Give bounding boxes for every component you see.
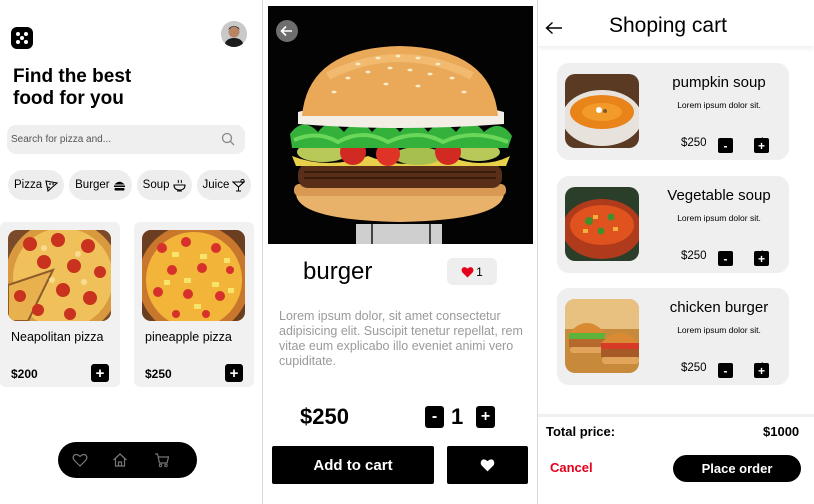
add-to-cart-button[interactable]: Add to cart (272, 446, 434, 484)
category-list: Pizza Burger Soup Juice (8, 170, 252, 200)
avatar[interactable] (221, 21, 247, 47)
cart-item-price: $250 (681, 362, 707, 374)
cancel-button[interactable]: Cancel (550, 460, 593, 475)
category-label: Juice (202, 179, 230, 191)
heart-icon (461, 266, 474, 277)
decrease-quantity-button[interactable]: - (425, 406, 444, 428)
product-card[interactable]: pineapple pizza $250 + (134, 222, 254, 387)
increase-quantity-button[interactable]: + (754, 363, 769, 378)
decrease-quantity-button[interactable]: - (718, 251, 733, 266)
search-icon[interactable] (221, 132, 235, 146)
vegetable-soup-image (565, 187, 639, 261)
category-label: Burger (75, 179, 110, 191)
arrow-left-icon (280, 25, 292, 37)
increase-quantity-button[interactable]: + (754, 251, 769, 266)
category-label: Pizza (14, 179, 43, 191)
product-name: Neapolitan pizza (11, 330, 104, 344)
add-product-button[interactable]: + (91, 364, 109, 382)
category-soup[interactable]: Soup (136, 170, 192, 200)
home-icon[interactable] (112, 452, 128, 468)
product-price: $250 (300, 404, 349, 429)
soup-icon (172, 179, 186, 191)
pizza-icon (45, 179, 59, 192)
product-card[interactable]: Neapolitan pizza $200 + (0, 222, 120, 387)
chicken-burger-image (565, 299, 639, 373)
search-bar (7, 125, 245, 154)
heart-icon[interactable] (72, 452, 88, 468)
page-title: Shoping cart (609, 14, 727, 37)
pineapple-pizza-image (142, 230, 245, 321)
product-name: pineapple pizza (145, 330, 232, 344)
burger-icon (113, 181, 125, 190)
add-product-button[interactable]: + (225, 364, 243, 382)
place-order-button[interactable]: Place order (673, 455, 801, 482)
bottom-nav (58, 442, 197, 478)
category-burger[interactable]: Burger (69, 170, 132, 200)
detail-screen: burger 1 Lorem ipsum dolor, sit amet con… (264, 0, 536, 504)
heart-icon (480, 459, 495, 472)
headline-line-1: Find the best (13, 66, 132, 87)
search-input[interactable] (11, 131, 211, 148)
cart-item-name: pumpkin soup (672, 74, 766, 91)
like-count: 1 (476, 264, 483, 279)
increase-quantity-button[interactable]: + (754, 138, 769, 153)
quantity-value: 1 (451, 404, 464, 429)
category-juice[interactable]: Juice (196, 170, 252, 200)
increase-quantity-button[interactable]: + (476, 406, 495, 428)
cart-item-name: chicken burger (669, 299, 769, 316)
cart-item: Vegetable soup Lorem ipsum dolor sit. $2… (557, 176, 789, 273)
burger-image (268, 6, 533, 244)
total-value: $1000 (763, 424, 800, 439)
headline-line-2: food for you (13, 88, 124, 109)
app-logo-icon (11, 27, 33, 49)
cart-item-price: $250 (681, 250, 707, 262)
neapolitan-pizza-image (8, 230, 111, 321)
cart-item: pumpkin soup Lorem ipsum dolor sit. $250… (557, 63, 789, 160)
cart-item-price: $250 (681, 137, 707, 149)
back-arrow-icon[interactable] (545, 21, 563, 35)
favorite-button[interactable] (447, 446, 528, 484)
headline: Find the best food for you (13, 66, 131, 110)
cart-item-name: Vegetable soup (667, 187, 771, 204)
cart-icon[interactable] (154, 452, 170, 468)
cart-item-description: Lorem ipsum dolor sit. (677, 325, 761, 335)
cart-screen: Shoping cart pumpkin soup Lorem ipsum do… (538, 0, 814, 504)
product-description: Lorem ipsum dolor, sit amet consectetur … (279, 309, 523, 368)
cart-item-description: Lorem ipsum dolor sit. (677, 213, 761, 223)
total-label: Total price: (546, 424, 616, 439)
category-label: Soup (142, 179, 170, 191)
home-screen: Find the best food for you Pizza Burger … (0, 0, 262, 504)
back-button[interactable] (276, 20, 298, 42)
juice-icon (232, 178, 246, 191)
category-pizza[interactable]: Pizza (8, 170, 65, 200)
divider (538, 414, 814, 417)
like-button[interactable]: 1 (447, 258, 497, 285)
panel-divider (262, 0, 263, 504)
cart-item-description: Lorem ipsum dolor sit. (677, 100, 761, 110)
decrease-quantity-button[interactable]: - (718, 363, 733, 378)
pumpkin-soup-image (565, 74, 639, 148)
product-price: $200 (11, 367, 38, 381)
decrease-quantity-button[interactable]: - (718, 138, 733, 153)
cart-header: Shoping cart (538, 0, 814, 46)
cart-item: chicken burger Lorem ipsum dolor sit. $2… (557, 288, 789, 385)
product-title: burger (303, 258, 373, 285)
product-price: $250 (145, 367, 172, 381)
